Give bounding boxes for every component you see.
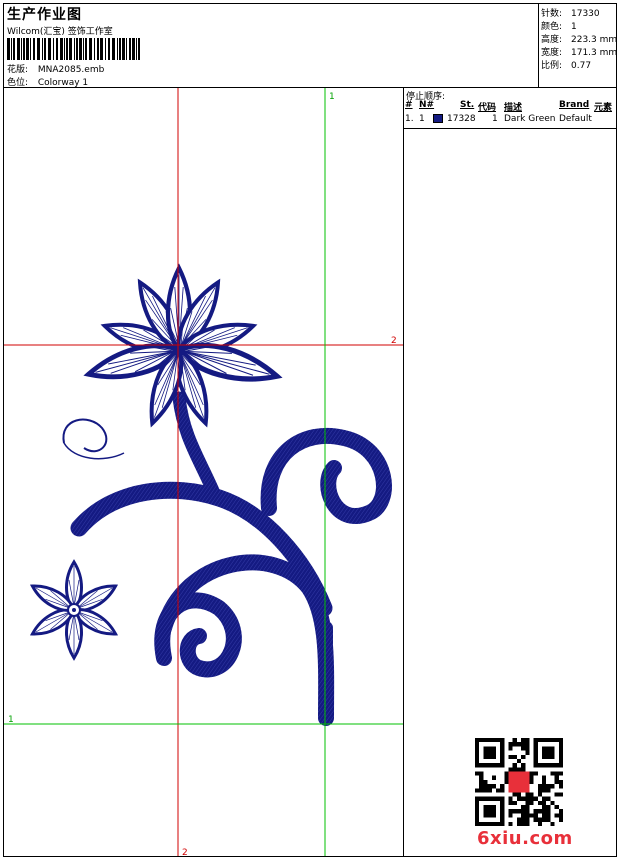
stat-label: 比例: [541,61,563,71]
design-file-value: MNA2085.emb [37,65,105,75]
stat-value: 223.3 mm [571,35,618,45]
color-count: 颜色: 1 [541,19,577,32]
header-info: 生产作业图 Wilcom(汇宝) 签饰工作室 花版: MNA2085.emb 色… [4,4,539,88]
stat-value: 0.77 [571,61,592,71]
guide-label-h-green: 1 [8,715,14,725]
colorway-value: Colorway 1 [37,78,89,88]
col-header-brand: Brand [559,100,590,110]
colorway-row: 色位: Colorway 1 [7,75,88,88]
company-name: Wilcom(汇宝) 签饰工作室 [7,27,113,37]
guide-label-v-green: 1 [329,92,335,102]
stat-label: 宽度: [541,48,563,58]
col-header-st: St. [460,100,475,110]
row-brand: Default [559,114,592,124]
row-n: 1 [419,114,425,124]
stat-value: 1 [571,22,577,32]
guide-label-v-red: 2 [182,848,188,856]
watermark-brand: 6xiu.com [477,828,573,849]
small-flower [27,560,121,660]
barcode-icon [7,38,140,60]
col-header-desc: 描述 [504,103,523,113]
qr-code-icon [475,738,563,826]
thread-color-swatch [433,114,443,123]
col-header-n: N# [419,100,435,110]
col-header-elem: 元素 [594,103,613,113]
row-desc: Dark Green [504,114,556,124]
width-stat: 宽度: 171.3 mm [541,45,617,58]
design-file-row: 花版: MNA2085.emb [7,62,104,75]
stat-label: 高度: [541,35,563,45]
design-file-label: 花版: [7,65,29,75]
row-num: 1. [405,114,414,124]
row-stitches: 17328 [447,114,476,124]
row-code: 1 [492,114,498,124]
qr-logo-icon [508,771,530,793]
page-title: 生产作业图 [7,7,82,23]
stat-label: 针数: [541,9,563,19]
height-stat: 高度: 223.3 mm [541,32,617,45]
stat-label: 颜色: [541,22,563,32]
embroidery-preview: 2 2 1 1 [4,88,403,856]
col-header-code: 代码 [478,103,497,113]
stop-sequence-table: # N# St. 代码 描述 Brand 元素 1. 1 17328 1 Dar… [404,100,617,129]
scale-stat: 比例: 0.77 [541,58,591,71]
col-header-num: # [405,100,413,110]
stat-value: 171.3 mm [571,48,618,58]
embroidery-stems [70,391,392,726]
stat-value: 17330 [571,9,600,19]
production-sheet: 生产作业图 Wilcom(汇宝) 签饰工作室 花版: MNA2085.emb 色… [3,3,617,857]
design-stats: 针数: 17330 颜色: 1 高度: 223.3 mm 宽度: 171.3 mm 比例… [539,4,617,88]
colorway-label: 色位: [7,78,29,88]
tendril-curl [62,418,108,453]
stitch-count: 针数: 17330 [541,6,600,19]
guide-label-h-red: 2 [391,336,397,346]
